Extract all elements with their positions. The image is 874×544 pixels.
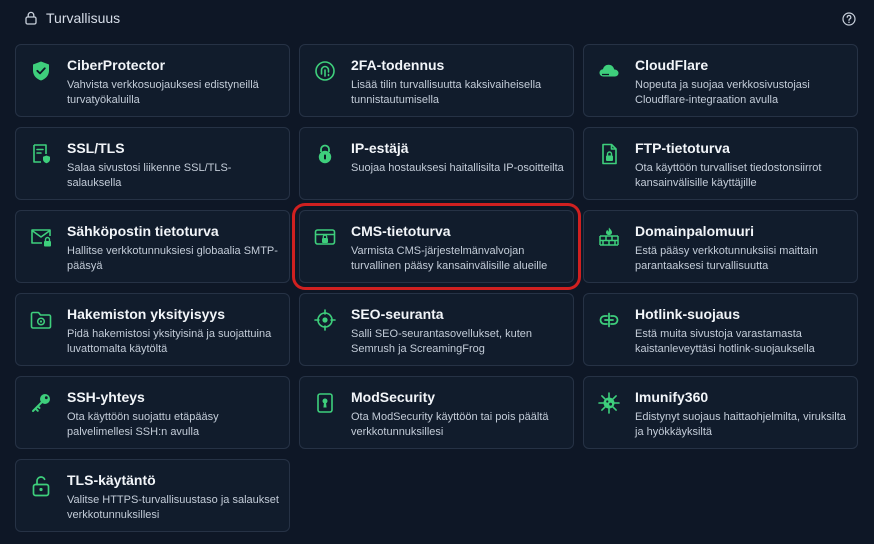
card-2fa[interactable]: 2FA-todennus Lisää tilin turvallisuutta … — [299, 44, 574, 117]
card-ssh-access[interactable]: SSH-yhteys Ota käyttöön suojattu etäpääs… — [15, 376, 290, 449]
card-ssl-tls[interactable]: SSL/TLS Salaa sivustosi liikenne SSL/TLS… — [15, 127, 290, 200]
card-hotlink-protection[interactable]: Hotlink-suojaus Estä muita sivustoja var… — [583, 293, 858, 366]
card-description: Varmista CMS-järjestelmänvalvojan turval… — [351, 245, 548, 272]
card-title: CloudFlare — [635, 57, 709, 73]
card-title: Sähköpostin tietoturva — [67, 223, 219, 239]
card-description: Salaa sivustosi liikenne SSL/TLS-salauks… — [67, 162, 232, 189]
card-title: TLS-käytäntö — [67, 472, 156, 488]
certificate-icon — [33, 144, 50, 164]
card-tls-policy[interactable]: TLS-käytäntö Valitse HTTPS-turvallisuust… — [15, 459, 290, 532]
unlock-icon — [32, 476, 50, 497]
section-title: Turvallisuus — [46, 10, 121, 26]
card-description: Vahvista verkkosuojauksesi edistyneillä … — [67, 79, 259, 106]
folder-lock-icon — [30, 311, 52, 329]
window-lock-icon — [314, 229, 336, 245]
keyhole-icon — [317, 393, 333, 413]
card-ciberprotector[interactable]: CiberProtector Vahvista verkkosuojaukses… — [15, 44, 290, 117]
card-cms-security[interactable]: CMS-tietoturva Varmista CMS-järjestelmän… — [299, 210, 574, 283]
card-title: Imunify360 — [635, 389, 709, 405]
card-description: Nopeuta ja suojaa verkkosivustojasi Clou… — [635, 79, 810, 106]
virus-icon — [598, 392, 620, 414]
card-description: Valitse HTTPS-turvallisuustaso ja salauk… — [67, 494, 279, 521]
security-tools-grid: CiberProtector Vahvista verkkosuojaukses… — [15, 44, 858, 532]
key-icon — [32, 394, 50, 412]
card-title: CiberProtector — [67, 57, 166, 73]
ip-block-icon — [318, 144, 332, 164]
shield-check-icon — [33, 61, 49, 81]
card-title: ModSecurity — [351, 389, 436, 405]
card-title: SEO-seuranta — [351, 306, 444, 322]
card-ftp-security[interactable]: FTP-tietoturva Ota käyttöön turvalliset … — [583, 127, 858, 200]
mail-lock-icon — [31, 229, 51, 247]
lock-icon — [25, 11, 37, 25]
card-title: Hakemiston yksityisyys — [67, 306, 225, 322]
cloud-icon — [599, 64, 619, 77]
card-modsecurity[interactable]: ModSecurity Ota ModSecurity käyttöön tai… — [299, 376, 574, 449]
fingerprint-icon — [315, 61, 335, 81]
card-domain-firewall[interactable]: Domainpalomuuri Estä pääsy verkkotunnuks… — [583, 210, 858, 283]
card-title: FTP-tietoturva — [635, 140, 730, 156]
card-description: Hallitse verkkotunnuksiesi globaalia SMT… — [67, 245, 278, 272]
file-lock-icon — [602, 143, 617, 165]
card-title: IP-estäjä — [351, 140, 409, 156]
card-description: Pidä hakemistosi yksityisinä ja suojattu… — [67, 328, 272, 355]
card-description: Estä muita sivustoja varastamasta kaista… — [635, 328, 815, 355]
card-description: Suojaa hostauksesi haitallisilta IP-osoi… — [351, 162, 564, 174]
card-description: Salli SEO-seurantasovellukset, kuten Sem… — [351, 328, 532, 355]
card-description: Ota käyttöön turvalliset tiedostonsiirro… — [635, 162, 822, 189]
card-title: SSL/TLS — [67, 140, 125, 156]
card-title: CMS-tietoturva — [351, 223, 451, 239]
crosshair-icon — [314, 309, 336, 331]
firewall-icon — [599, 227, 619, 246]
card-title: Domainpalomuuri — [635, 223, 755, 239]
card-ip-blocker[interactable]: IP-estäjä Suojaa hostauksesi haitallisil… — [299, 127, 574, 200]
card-title: Hotlink-suojaus — [635, 306, 741, 322]
help-icon[interactable] — [842, 12, 856, 26]
section-header: Turvallisuus — [0, 0, 874, 38]
card-email-security[interactable]: Sähköpostin tietoturva Hallitse verkkotu… — [15, 210, 290, 283]
card-description: Estä pääsy verkkotunnuksiisi maittain pa… — [635, 245, 818, 272]
card-title: 2FA-todennus — [351, 57, 445, 73]
card-cloudflare[interactable]: CloudFlare Nopeuta ja suojaa verkkosivus… — [583, 44, 858, 117]
card-description: Lisää tilin turvallisuutta kaksivaiheise… — [351, 79, 542, 106]
card-description: Edistynyt suojaus haittaohjelmilta, viru… — [635, 411, 846, 438]
card-seo-tracking[interactable]: SEO-seuranta Salli SEO-seurantasovelluks… — [299, 293, 574, 366]
card-imunify360[interactable]: Imunify360 Edistynyt suojaus haittaohjel… — [583, 376, 858, 449]
link-block-icon — [599, 312, 619, 328]
card-description: Ota ModSecurity käyttöön tai pois päältä… — [351, 411, 549, 438]
card-title: SSH-yhteys — [67, 389, 145, 405]
card-description: Ota käyttöön suojattu etäpääsy palvelime… — [67, 411, 219, 438]
card-directory-privacy[interactable]: Hakemiston yksityisyys Pidä hakemistosi … — [15, 293, 290, 366]
